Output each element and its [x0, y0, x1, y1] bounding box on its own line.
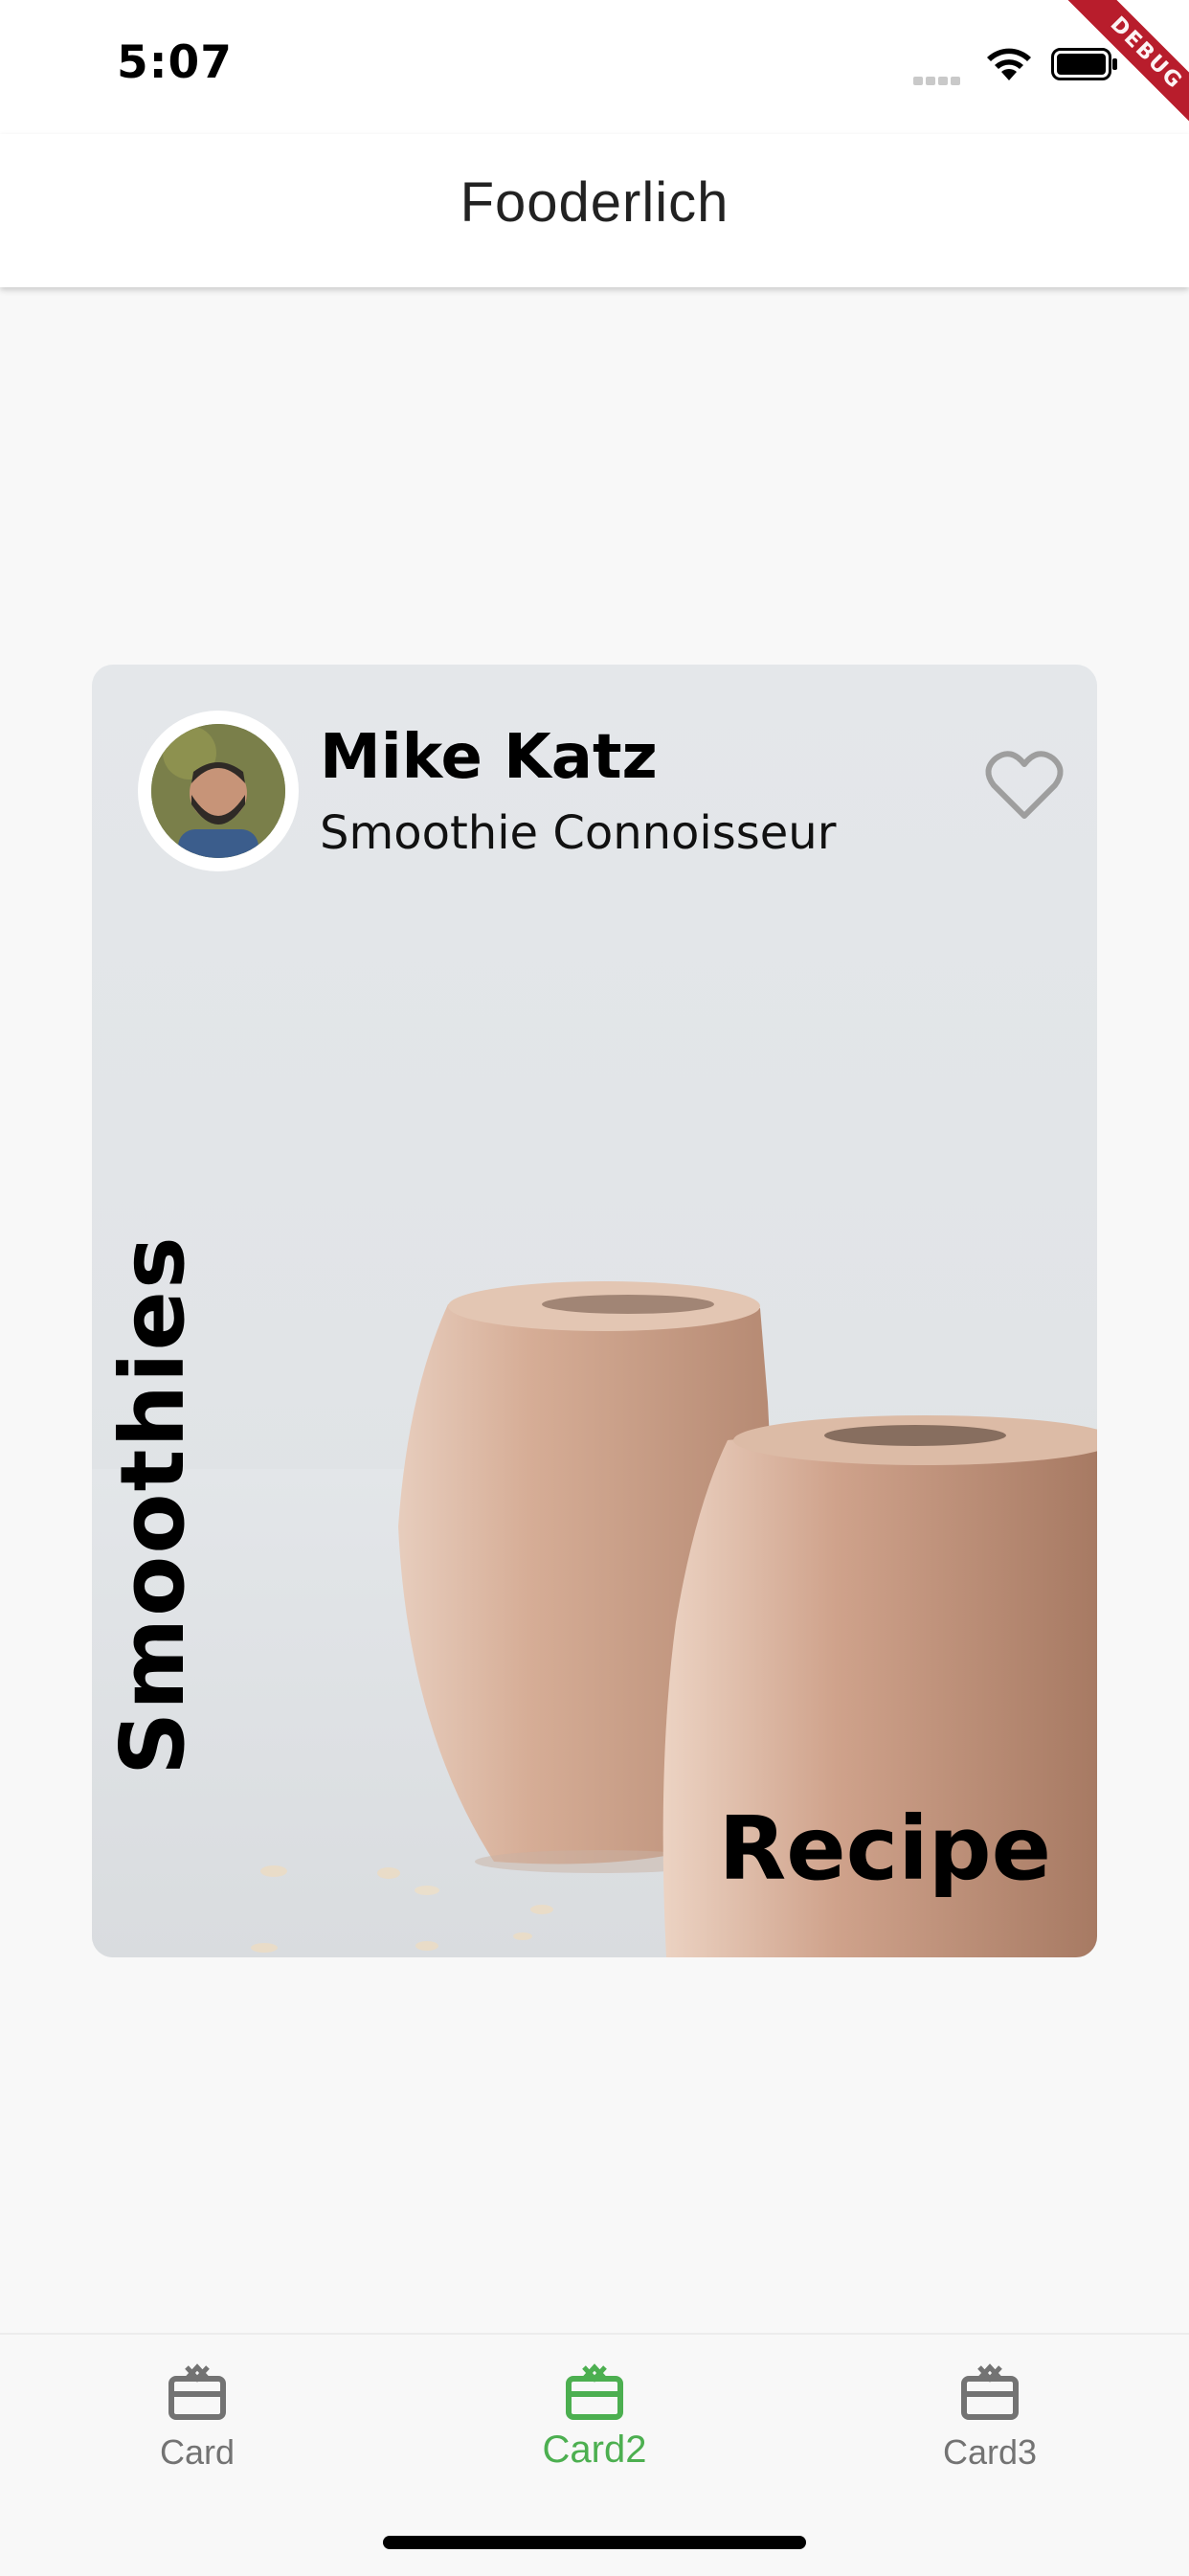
card-giftcard-icon — [168, 2363, 226, 2420]
author-card: Mike Katz Smoothie Connoisseur — [138, 711, 1064, 873]
author-title: Smoothie Connoisseur — [320, 806, 837, 860]
author-name: Mike Katz — [320, 722, 658, 793]
status-bar: 5:07 DEBUG — [0, 0, 1189, 151]
tab-card2-label: Card2 — [542, 2429, 647, 2471]
battery-icon — [1051, 48, 1117, 80]
tab-card3[interactable]: Card3 — [846, 2363, 1133, 2473]
signal-icon — [913, 71, 963, 89]
heart-outline-icon[interactable] — [984, 749, 1065, 822]
tab-card2[interactable]: Card2 — [451, 2363, 738, 2472]
page-title: Fooderlich — [460, 171, 729, 234]
app-bar: Fooderlich — [0, 134, 1189, 287]
author-avatar-photo — [151, 724, 285, 858]
avatar — [138, 711, 299, 871]
tab-card-label: Card — [159, 2432, 236, 2472]
card-giftcard-icon — [566, 2363, 623, 2420]
status-time: 5:07 — [117, 36, 233, 89]
card-recipe-label: Recipe — [718, 1797, 1051, 1900]
tab-card[interactable]: Card — [54, 2363, 341, 2473]
wifi-icon — [987, 48, 1031, 80]
home-indicator[interactable] — [383, 2536, 806, 2549]
card-vertical-title: Smoothies — [101, 1234, 204, 1775]
card-giftcard-icon — [961, 2363, 1019, 2420]
tab-card3-label: Card3 — [942, 2432, 1038, 2472]
recipe-card[interactable]: Mike Katz Smoothie Connoisseur Smoothies… — [92, 665, 1097, 1957]
